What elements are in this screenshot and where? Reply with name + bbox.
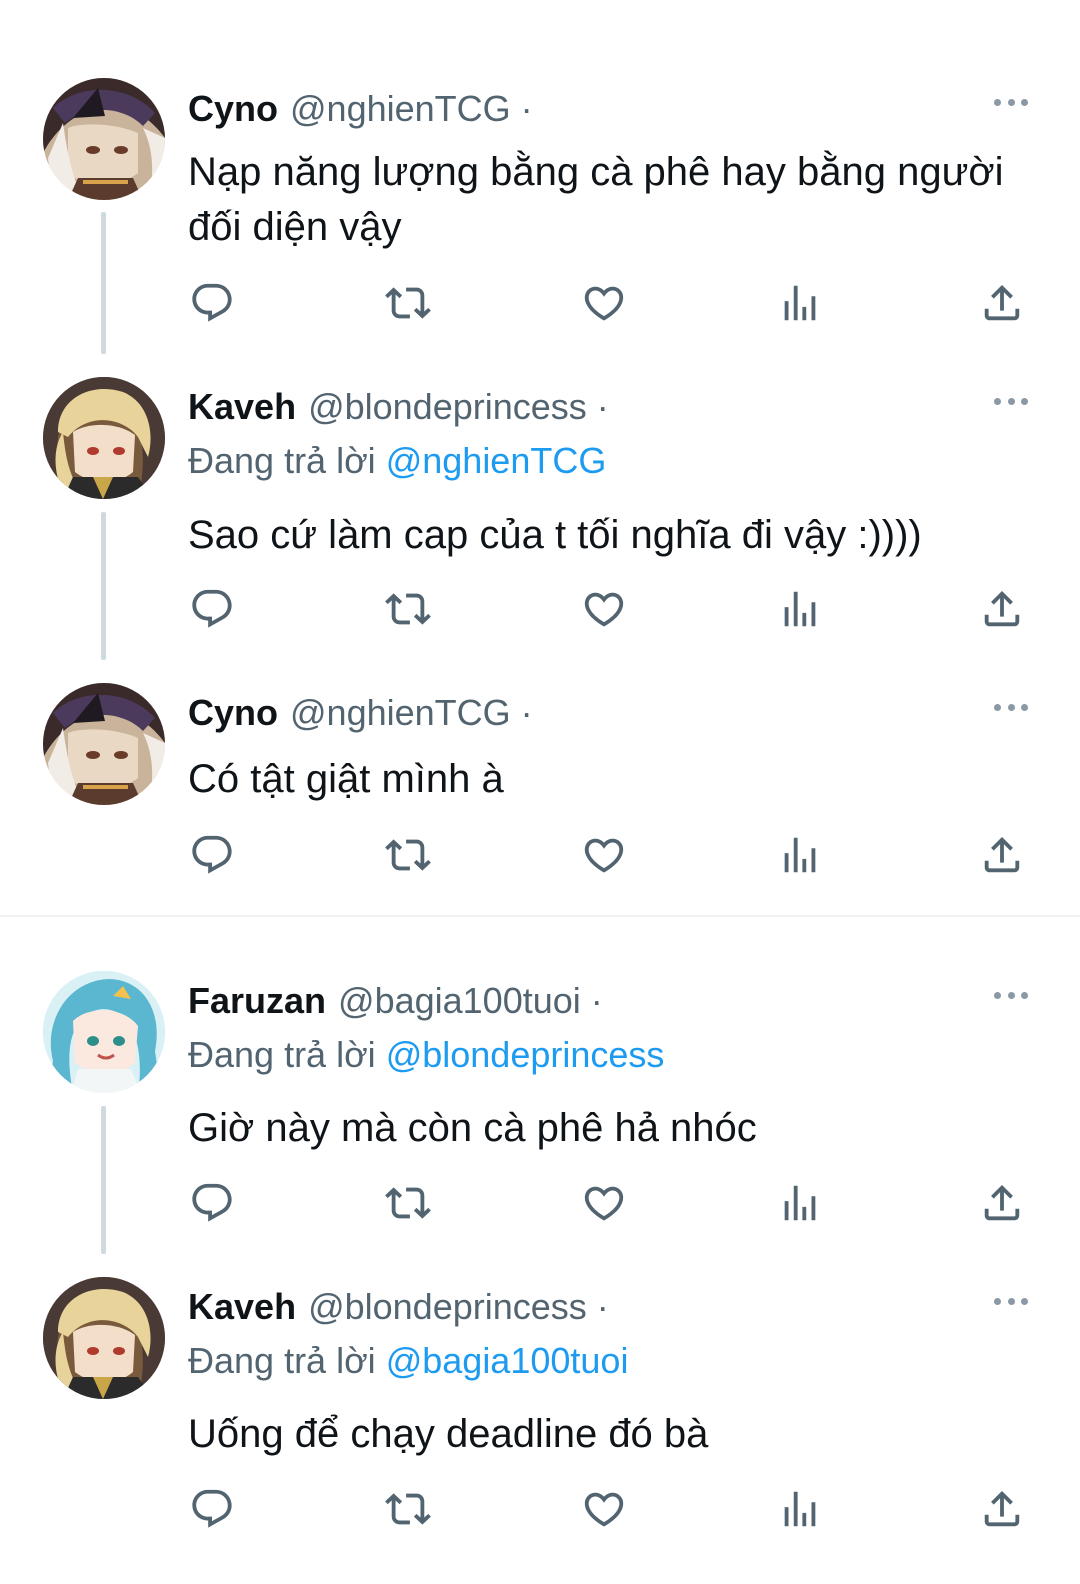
display-name[interactable]: Faruzan	[188, 980, 326, 1022]
action-bar	[0, 1178, 1080, 1228]
tweet-header: Faruzan @bagia100tuoi ·	[188, 975, 603, 1027]
faruzan-avatar-image	[43, 971, 165, 1093]
separator-dot: ·	[520, 692, 533, 733]
action-bar	[0, 1484, 1080, 1534]
tweet-text: Giờ này mà còn cà phê hả nhóc	[188, 1106, 757, 1150]
views-icon[interactable]	[775, 830, 825, 880]
views-icon[interactable]	[775, 1484, 825, 1534]
user-handle[interactable]: @nghienTCG	[290, 88, 511, 130]
retweet-icon[interactable]	[383, 278, 433, 328]
user-handle[interactable]: @bagia100tuoi	[338, 980, 581, 1022]
display-name[interactable]: Cyno	[188, 88, 278, 130]
replying-to: Đang trả lời @nghienTCG	[188, 440, 606, 482]
retweet-icon[interactable]	[383, 830, 433, 880]
views-icon[interactable]	[775, 1178, 825, 1228]
replying-to: Đang trả lời @blondeprincess	[188, 1034, 664, 1076]
replying-to-label: Đang trả lời	[188, 1340, 376, 1381]
avatar[interactable]	[43, 377, 165, 499]
tweet-text: Sao cứ làm cap của t tối nghĩa đi vậy :)…	[188, 513, 922, 557]
avatar[interactable]	[43, 971, 165, 1093]
retweet-icon[interactable]	[383, 1484, 433, 1534]
reply-mention-link[interactable]: @bagia100tuoi	[386, 1340, 629, 1381]
reply-icon[interactable]	[187, 1178, 237, 1228]
tweet-header: Kaveh @blondeprincess ·	[188, 1281, 609, 1333]
avatar[interactable]	[43, 1277, 165, 1399]
more-options-icon[interactable]	[994, 692, 1028, 722]
thread-line	[101, 212, 106, 354]
user-handle[interactable]: @blondeprincess	[308, 386, 587, 428]
tweet-header: Cyno @nghienTCG ·	[188, 83, 533, 135]
user-handle[interactable]: @nghienTCG	[290, 692, 511, 734]
like-icon[interactable]	[579, 584, 629, 634]
like-icon[interactable]	[579, 278, 629, 328]
more-options-icon[interactable]	[994, 980, 1028, 1010]
display-name[interactable]: Kaveh	[188, 1286, 296, 1328]
reply-icon[interactable]	[187, 278, 237, 328]
separator-dot: ·	[596, 386, 609, 427]
action-bar	[0, 584, 1080, 634]
reply-icon[interactable]	[187, 830, 237, 880]
separator-dot: ·	[590, 980, 603, 1021]
views-icon[interactable]	[775, 584, 825, 634]
separator-dot: ·	[596, 1286, 609, 1327]
like-icon[interactable]	[579, 830, 629, 880]
retweet-icon[interactable]	[383, 584, 433, 634]
display-name[interactable]: Cyno	[188, 692, 278, 734]
more-options-icon[interactable]	[994, 1286, 1028, 1316]
conversation-divider	[0, 915, 1080, 917]
thread-line	[101, 512, 106, 660]
replying-to-label: Đang trả lời	[188, 440, 376, 481]
tweet-text: Có tật giật mình à	[188, 757, 504, 801]
reply-mention-link[interactable]: @nghienTCG	[386, 440, 607, 481]
more-options-icon[interactable]	[994, 386, 1028, 416]
kaveh-avatar-image	[43, 377, 165, 499]
avatar[interactable]	[43, 683, 165, 805]
action-bar	[0, 278, 1080, 328]
retweet-icon[interactable]	[383, 1178, 433, 1228]
tweet-header: Kaveh @blondeprincess ·	[188, 381, 609, 433]
tweet-text: Nạp năng lượng bằng cà phê hay bằng ngườ…	[188, 150, 1004, 249]
user-handle[interactable]: @blondeprincess	[308, 1286, 587, 1328]
reply-icon[interactable]	[187, 584, 237, 634]
share-icon[interactable]	[977, 1484, 1027, 1534]
tweet-header: Cyno @nghienTCG ·	[188, 687, 533, 739]
share-icon[interactable]	[977, 278, 1027, 328]
share-icon[interactable]	[977, 584, 1027, 634]
display-name[interactable]: Kaveh	[188, 386, 296, 428]
share-icon[interactable]	[977, 830, 1027, 880]
separator-dot: ·	[520, 88, 533, 129]
more-options-icon[interactable]	[994, 87, 1028, 117]
cyno-avatar-image	[43, 78, 165, 200]
share-icon[interactable]	[977, 1178, 1027, 1228]
cyno-avatar-image	[43, 683, 165, 805]
reply-mention-link[interactable]: @blondeprincess	[386, 1034, 665, 1075]
replying-to: Đang trả lời @bagia100tuoi	[188, 1340, 628, 1382]
avatar[interactable]	[43, 78, 165, 200]
replying-to-label: Đang trả lời	[188, 1034, 376, 1075]
views-icon[interactable]	[775, 278, 825, 328]
action-bar	[0, 830, 1080, 880]
like-icon[interactable]	[579, 1178, 629, 1228]
kaveh-avatar-image	[43, 1277, 165, 1399]
thread-line	[101, 1106, 106, 1254]
reply-icon[interactable]	[187, 1484, 237, 1534]
tweet-text: Uống để chạy deadline đó bà	[188, 1412, 709, 1456]
like-icon[interactable]	[579, 1484, 629, 1534]
